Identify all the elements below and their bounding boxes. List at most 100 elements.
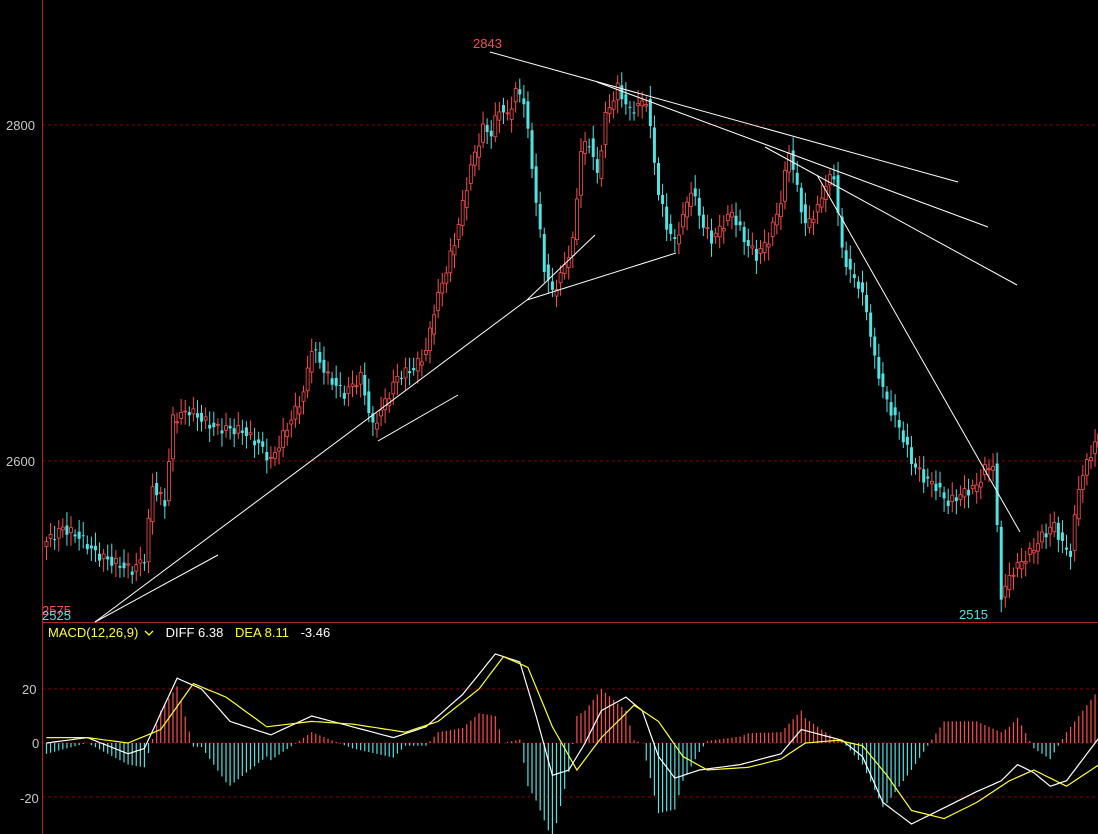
candle-body (130, 571, 134, 575)
candle-body (665, 206, 669, 230)
candle-body (897, 419, 901, 428)
candle-body (1089, 457, 1093, 461)
candle-body (215, 423, 220, 426)
candle-body (138, 559, 143, 564)
candle-body (624, 94, 628, 105)
candle-body (1093, 441, 1097, 454)
candle-body (200, 412, 204, 422)
candle-body (285, 429, 290, 437)
candle-body (652, 127, 656, 163)
candle-body (1069, 550, 1073, 557)
candle-body (110, 556, 114, 566)
candle-body (987, 468, 991, 471)
candle-body (350, 383, 355, 387)
candle-body (570, 237, 575, 257)
candle-body (677, 234, 681, 245)
candle-body (464, 190, 469, 208)
candle-body (93, 545, 97, 551)
candle-body (314, 349, 318, 351)
candle-body (550, 281, 554, 290)
candle-body (844, 250, 848, 267)
candle-body (106, 556, 110, 560)
macd-y-tick-label: 0 (32, 736, 39, 751)
candle-body (644, 104, 649, 107)
candle-body (717, 225, 722, 238)
candle-body (1060, 532, 1064, 541)
y-tick-label: 2800 (6, 118, 35, 133)
candle-body (815, 203, 820, 213)
candle-body (852, 274, 856, 279)
candle-body (954, 497, 958, 502)
candle-body (1007, 574, 1012, 591)
candle-body (212, 422, 216, 428)
candle-body (1056, 522, 1060, 540)
candle-body (832, 176, 836, 180)
candle-body (922, 469, 926, 483)
candle-body (428, 327, 432, 351)
candle-body (73, 534, 77, 537)
candle-body (869, 312, 873, 337)
candle-body (710, 230, 714, 244)
candle-body (648, 98, 652, 127)
stock-chart[interactable]: 2800 2600 2843 2515 2575 2525 20 0 -20 (0, 0, 1098, 834)
candle-body (632, 112, 636, 114)
candlestick[interactable] (999, 520, 1003, 613)
candlestick[interactable] (657, 157, 660, 201)
candle-body (575, 198, 579, 241)
candle-body (203, 416, 208, 421)
candle-body (758, 248, 763, 254)
candle-body (305, 367, 310, 392)
candle-body (232, 428, 236, 435)
candle-body (538, 203, 542, 230)
candle-body (1040, 531, 1044, 543)
candle-body (277, 447, 281, 452)
candle-body (693, 188, 697, 197)
candle-body (607, 107, 612, 115)
candle-body (415, 357, 420, 372)
candle-body (889, 402, 893, 416)
candle-body (526, 101, 530, 129)
candle-body (358, 371, 363, 385)
candle-body (403, 367, 408, 379)
candle-body (1076, 489, 1081, 520)
candle-body (1036, 543, 1040, 552)
candle-body (542, 234, 546, 273)
candle-body (991, 466, 995, 471)
candle-body (1080, 475, 1085, 490)
candle-body (856, 281, 860, 289)
candle-body (783, 169, 787, 202)
candle-body (240, 430, 244, 433)
candle-body (518, 89, 522, 95)
candle-body (950, 494, 955, 503)
candle-body (522, 98, 526, 105)
candle-body (44, 541, 49, 548)
candle-body (293, 405, 298, 420)
candle-body (383, 398, 388, 411)
candle-body (978, 481, 983, 488)
candle-body (513, 88, 518, 103)
candle-body (530, 130, 534, 169)
candle-body (1085, 459, 1089, 476)
candle-body (175, 421, 179, 424)
candle-body (774, 213, 779, 226)
candle-body (509, 108, 514, 120)
candle-body (85, 544, 89, 550)
candle-body (497, 111, 502, 121)
macd-indicator-selector[interactable]: MACD(12,26,9) (48, 625, 164, 640)
candle-body (69, 527, 73, 534)
candle-body (412, 367, 416, 371)
candle-body (1044, 533, 1048, 538)
candle-body (77, 531, 81, 539)
candle-body (819, 197, 824, 208)
candle-body (681, 213, 685, 228)
candle-body (721, 228, 726, 232)
candle-body (481, 123, 485, 143)
candle-body (811, 218, 816, 224)
candle-body (489, 130, 493, 137)
candle-body (126, 563, 130, 566)
candle-body (60, 526, 65, 531)
candle-body (701, 214, 705, 228)
candle-body (620, 85, 624, 100)
candle-body (367, 391, 371, 414)
candle-body (791, 150, 795, 170)
